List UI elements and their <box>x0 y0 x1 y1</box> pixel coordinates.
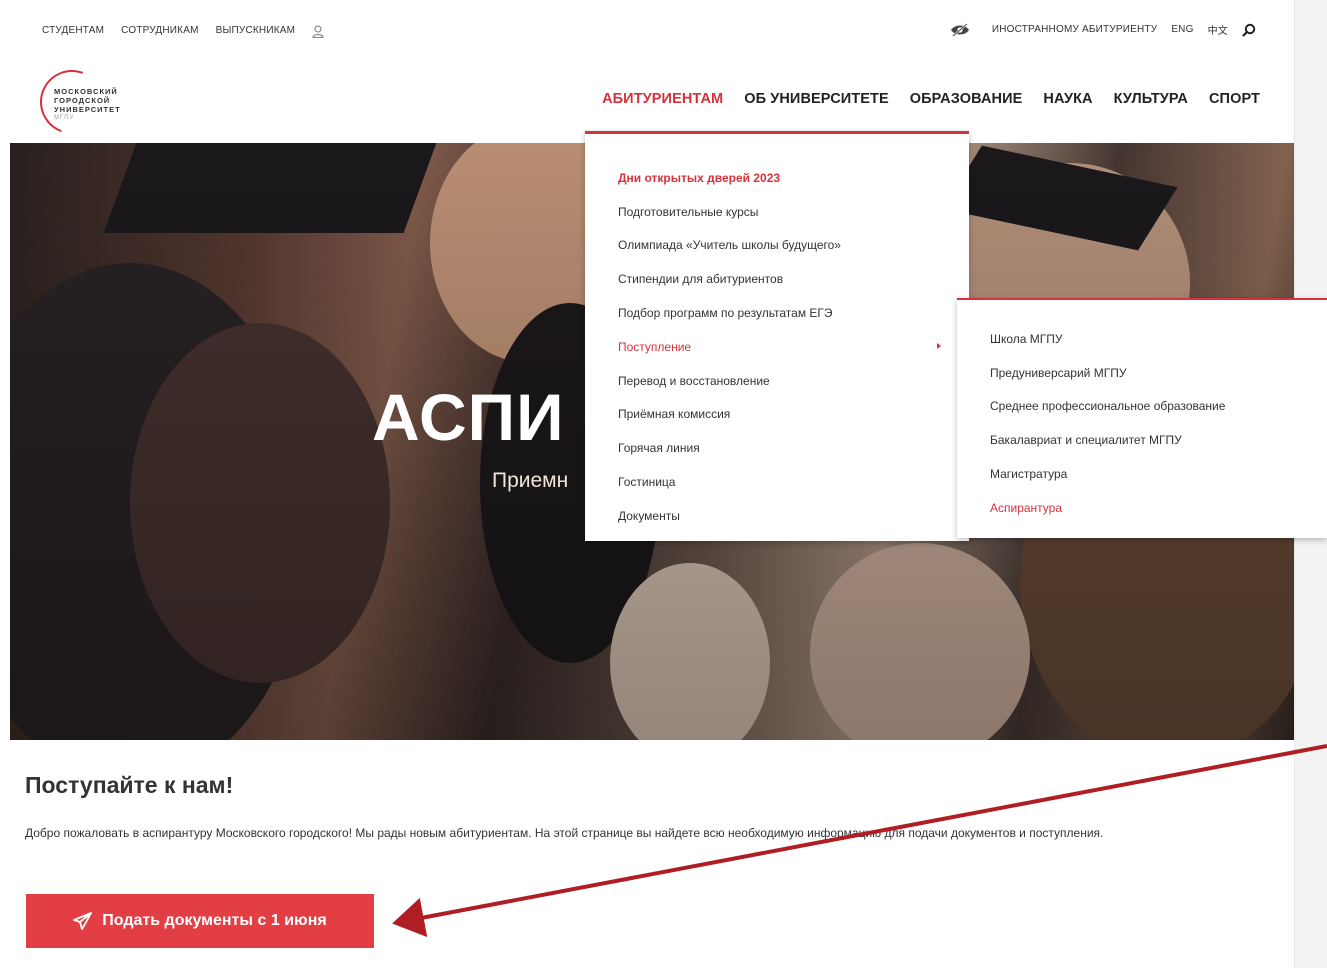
applicants-dropdown-menu: Дни открытых дверей 2023 Подготовительны… <box>585 131 969 541</box>
menu-item-admissions-office[interactable]: Приёмная комиссия <box>585 398 969 432</box>
menu-item-hotline[interactable]: Горячая линия <box>585 431 969 465</box>
nav-applicants[interactable]: АБИТУРИЕНТАМ <box>602 91 723 107</box>
hero-subtitle: Приемн <box>492 469 569 492</box>
top-right-tools: ИНОСТРАННОМУ АБИТУРИЕНТУ ENG 中文 <box>950 22 1256 37</box>
submenu-item-preuniversary[interactable]: Предуниверсарий МГПУ <box>957 356 1327 390</box>
admission-submenu: Школа МГПУ Предуниверсарий МГПУ Среднее … <box>957 298 1327 538</box>
main-nav: АБИТУРИЕНТАМ ОБ УНИВЕРСИТЕТЕ ОБРАЗОВАНИЕ… <box>602 91 1260 107</box>
menu-item-prep-courses[interactable]: Подготовительные курсы <box>585 195 969 229</box>
chevron-right-icon <box>937 342 941 349</box>
menu-item-admission-label: Поступление <box>618 339 692 354</box>
logo-text: МОСКОВСКИЙ ГОРОДСКОЙ УНИВЕРСИТЕТ МГПУ <box>54 87 121 123</box>
menu-item-scholarships[interactable]: Стипендии для абитуриентов <box>585 262 969 296</box>
nav-about[interactable]: ОБ УНИВЕРСИТЕТЕ <box>744 91 889 107</box>
paper-plane-icon <box>73 912 93 930</box>
submenu-item-bachelor[interactable]: Бакалавриат и специалитет МГПУ <box>957 423 1327 457</box>
menu-item-program-selection[interactable]: Подбор программ по результатам ЕГЭ <box>585 296 969 330</box>
logo-line-2: ГОРОДСКОЙ <box>54 96 111 105</box>
logo-line-4: МГПУ <box>54 115 75 121</box>
nav-education[interactable]: ОБРАЗОВАНИЕ <box>910 91 1023 107</box>
alumni-link[interactable]: ВЫПУСКНИКАМ <box>216 25 296 36</box>
lang-zh-link[interactable]: 中文 <box>1208 22 1228 37</box>
nav-science[interactable]: НАУКА <box>1043 91 1092 107</box>
logo-line-1: МОСКОВСКИЙ <box>54 87 118 96</box>
students-link[interactable]: СТУДЕНТАМ <box>42 25 104 36</box>
hero-title: АСПИ <box>372 380 565 454</box>
foreign-applicant-link[interactable]: ИНОСТРАННОМУ АБИТУРИЕНТУ <box>992 24 1157 35</box>
menu-item-open-days[interactable]: Дни открытых дверей 2023 <box>585 161 969 195</box>
submenu-item-vocational[interactable]: Среднее профессиональное образование <box>957 390 1327 424</box>
submenu-item-school[interactable]: Школа МГПУ <box>957 322 1327 356</box>
audience-links: СТУДЕНТАМ СОТРУДНИКАМ ВЫПУСКНИКАМ <box>42 24 324 38</box>
logo-line-3: УНИВЕРСИТЕТ <box>54 105 121 114</box>
menu-item-olympiad[interactable]: Олимпиада «Учитель школы будущего» <box>585 229 969 263</box>
submenu-item-postgraduate[interactable]: Аспирантура <box>957 491 1327 525</box>
section-title: Поступайте к нам! <box>25 772 234 798</box>
submenu-item-master[interactable]: Магистратура <box>957 457 1327 491</box>
submit-documents-button[interactable]: Подать документы с 1 июня <box>26 894 374 948</box>
menu-item-admission[interactable]: Поступление <box>585 330 969 364</box>
menu-item-hotel[interactable]: Гостиница <box>585 465 969 499</box>
university-logo[interactable]: МОСКОВСКИЙ ГОРОДСКОЙ УНИВЕРСИТЕТ МГПУ <box>29 59 148 145</box>
nav-culture[interactable]: КУЛЬТУРА <box>1114 91 1188 107</box>
eye-icon[interactable] <box>950 22 970 37</box>
staff-link[interactable]: СОТРУДНИКАМ <box>121 25 198 36</box>
top-utility-bar: СТУДЕНТАМ СОТРУДНИКАМ ВЫПУСКНИКАМ ИНОСТР… <box>0 0 1294 60</box>
lang-en-link[interactable]: ENG <box>1171 24 1193 35</box>
search-icon[interactable] <box>1242 23 1256 37</box>
intro-text: Добро пожаловать в аспирантуру Московско… <box>25 826 1104 840</box>
menu-item-transfer[interactable]: Перевод и восстановление <box>585 364 969 398</box>
nav-sport[interactable]: СПОРТ <box>1209 91 1260 107</box>
submit-documents-label: Подать документы с 1 июня <box>102 912 327 929</box>
user-icon[interactable] <box>312 25 324 38</box>
menu-item-documents[interactable]: Документы <box>585 499 969 533</box>
